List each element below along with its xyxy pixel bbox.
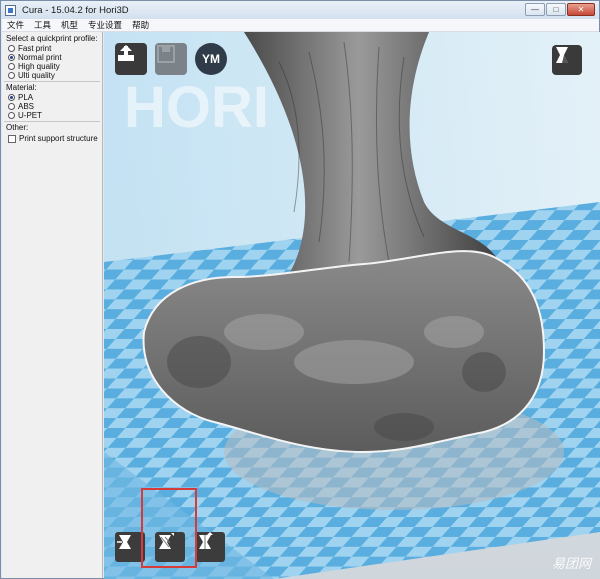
- load-icon: [118, 45, 134, 61]
- site-watermark: 易团网: [551, 556, 591, 571]
- profile-label: Fast print: [18, 44, 52, 53]
- highlight-annotation: [141, 488, 197, 568]
- radio-icon[interactable]: [8, 63, 15, 70]
- menu-machine[interactable]: 机型: [56, 19, 83, 31]
- window-controls: — □ ✕: [524, 3, 595, 16]
- profile-label: Normal print: [18, 53, 62, 62]
- material-upet[interactable]: U-PET: [8, 111, 42, 120]
- bed-watermark: HORI: [124, 75, 269, 140]
- menu-tools[interactable]: 工具: [29, 19, 56, 31]
- rotate-icon: [117, 535, 131, 549]
- quickprint-label: Select a quickprint profile:: [6, 34, 98, 43]
- minimize-button[interactable]: —: [525, 3, 545, 16]
- other-label: Other:: [6, 123, 29, 132]
- profile-fast-print[interactable]: Fast print: [8, 44, 51, 53]
- maximize-button[interactable]: □: [546, 3, 566, 16]
- material-pla[interactable]: PLA: [8, 93, 33, 102]
- mirror-tool-button[interactable]: [195, 532, 225, 562]
- menu-expert[interactable]: 专业设置: [83, 19, 127, 31]
- view-mode-icon: [556, 47, 568, 63]
- support-label: Print support structure: [19, 134, 98, 143]
- material-abs[interactable]: ABS: [8, 102, 34, 111]
- profile-label: High quality: [18, 62, 60, 71]
- save-icon: [157, 45, 175, 63]
- menu-help[interactable]: 帮助: [127, 19, 154, 31]
- radio-icon[interactable]: [8, 103, 15, 110]
- material-option-label: ABS: [18, 102, 35, 111]
- window-title: Cura - 15.04.2 for Hori3D: [22, 4, 129, 16]
- menu-file[interactable]: 文件: [2, 19, 29, 31]
- radio-selected-icon[interactable]: [8, 54, 15, 61]
- profile-label: Ulti quality: [18, 71, 55, 80]
- load-model-button[interactable]: [115, 43, 147, 75]
- divider: [4, 121, 100, 122]
- close-button[interactable]: ✕: [567, 3, 595, 16]
- profile-ulti-quality[interactable]: Ulti quality: [8, 71, 55, 80]
- divider: [4, 81, 100, 82]
- view-mode-button[interactable]: [552, 45, 582, 75]
- save-gcode-button[interactable]: [155, 43, 187, 75]
- quickprint-panel: Select a quickprint profile: Fast print …: [2, 32, 103, 578]
- radio-icon[interactable]: [8, 72, 15, 79]
- 3d-viewport[interactable]: HORI YM: [104, 32, 600, 579]
- support-structure-option[interactable]: Print support structure: [8, 134, 98, 143]
- radio-icon[interactable]: [8, 45, 15, 52]
- profile-high-quality[interactable]: High quality: [8, 62, 60, 71]
- radio-selected-icon[interactable]: [8, 94, 15, 101]
- title-bar[interactable]: Cura - 15.04.2 for Hori3D — □ ✕: [1, 1, 599, 19]
- profile-normal-print[interactable]: Normal print: [8, 53, 62, 62]
- material-option-label: PLA: [18, 93, 34, 102]
- material-label: Material:: [6, 83, 37, 92]
- app-icon: [5, 4, 16, 16]
- app-window: Cura - 15.04.2 for Hori3D — □ ✕ 文件 工具 机型…: [0, 0, 600, 579]
- mirror-icon: [199, 532, 213, 549]
- ym-button[interactable]: YM: [195, 43, 227, 75]
- menu-bar: 文件 工具 机型 专业设置 帮助: [2, 19, 599, 32]
- support-checkbox[interactable]: [8, 134, 16, 143]
- material-option-label: U-PET: [18, 111, 42, 120]
- radio-icon[interactable]: [8, 112, 15, 119]
